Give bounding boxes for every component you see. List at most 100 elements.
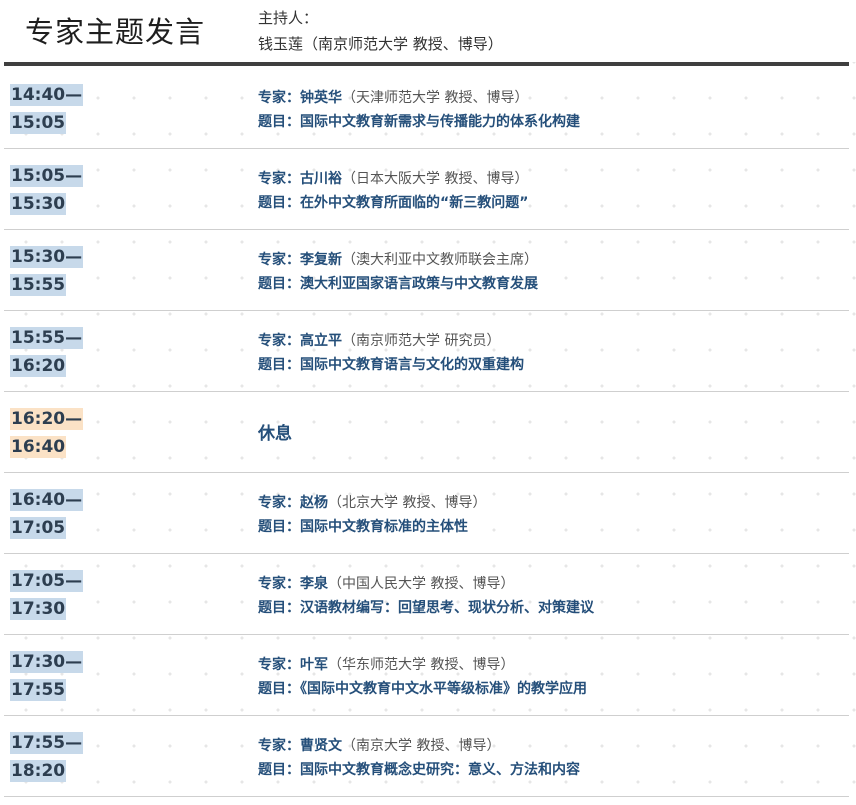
session-row: 17:55— 18:20 专家：曹贤文（南京大学 教授、博导） 题目：国际中文教… [4,716,849,797]
expert-line: 专家：赵杨（北京大学 教授、博导） [258,493,839,513]
session-row: 17:30— 17:55 专家：叶军（华东师范大学 教授、博导） 题目：《国际中… [4,635,849,716]
session-info: 专家：叶军（华东师范大学 教授、博导） 题目：《国际中文教育中文水平等级标准》的… [258,655,839,703]
topic-title: 澳大利亚国家语言政策与中文教育发展 [300,276,538,292]
expert-line: 专家：叶军（华东师范大学 教授、博导） [258,655,839,675]
end-time: 16:20 [10,355,67,377]
start-time: 15:05— [10,165,84,187]
session-info: 专家：赵杨（北京大学 教授、博导） 题目：国际中文教育标准的主体性 [258,493,839,541]
expert-affiliation: （南京大学 教授、博导） [342,738,501,754]
expert-name: 钟英华 [300,90,342,106]
topic-line: 题目：《国际中文教育中文水平等级标准》的教学应用 [258,679,839,699]
start-time: 17:55— [10,732,84,754]
topic-title: 国际中文教育语言与文化的双重建构 [300,357,524,373]
session-row: 15:55— 16:20 专家：高立平（南京师范大学 研究员） 题目：国际中文教… [4,311,849,392]
expert-line: 专家：曹贤文（南京大学 教授、博导） [258,736,839,756]
topic-label: 题目： [258,762,300,778]
expert-line: 专家：李复新（澳大利亚中文教师联会主席） [258,250,839,270]
time-slot: 16:40— 17:05 [10,489,90,545]
end-time: 16:40 [10,436,67,458]
expert-line: 专家：古川裕（日本大阪大学 教授、博导） [258,169,839,189]
expert-affiliation: （中国人民大学 教授、博导） [328,576,515,592]
topic-label: 题目： [258,114,300,130]
topic-title: 汉语教材编写：回望思考、现状分析、对策建议 [300,600,594,616]
expert-name: 古川裕 [300,171,342,187]
end-time: 17:30 [10,598,67,620]
time-slot: 17:05— 17:30 [10,570,90,626]
expert-affiliation: （南京师范大学 研究员） [342,333,501,349]
expert-name: 曹贤文 [300,738,342,754]
topic-title: 国际中文教育概念史研究：意义、方法和内容 [300,762,580,778]
topic-line: 题目：国际中文教育语言与文化的双重建构 [258,355,839,375]
topic-label: 题目： [258,276,300,292]
page-title: 专家主题发言 [25,15,206,49]
session-info: 专家：钟英华（天津师范大学 教授、博导） 题目：国际中文教育新需求与传播能力的体… [258,88,839,136]
expert-name: 李复新 [300,252,342,268]
end-time: 15:30 [10,193,67,215]
topic-line: 题目：汉语教材编写：回望思考、现状分析、对策建议 [258,598,839,618]
time-slot: 15:30— 15:55 [10,246,90,302]
expert-affiliation: （华东师范大学 教授、博导） [328,657,515,673]
expert-label: 专家： [258,738,300,754]
expert-name: 高立平 [300,333,342,349]
topic-line: 题目：澳大利亚国家语言政策与中文教育发展 [258,274,839,294]
expert-label: 专家： [258,576,300,592]
expert-line: 专家：钟英华（天津师范大学 教授、博导） [258,88,839,108]
expert-affiliation: （澳大利亚中文教师联会主席） [342,252,538,268]
page-header: 专家主题发言 主持人： 钱玉莲（南京师范大学 教授、博导） [0,0,856,62]
expert-label: 专家： [258,171,300,187]
end-time: 15:55 [10,274,67,296]
time-slot: 17:30— 17:55 [10,651,90,707]
expert-affiliation: （日本大阪大学 教授、博导） [342,171,529,187]
expert-label: 专家： [258,495,300,511]
topic-label: 题目： [258,519,300,535]
host-name: 钱玉莲（南京师范大学 教授、博导） [258,35,503,53]
start-time: 15:30— [10,246,84,268]
session-row: 15:05— 15:30 专家：古川裕（日本大阪大学 教授、博导） 题目：在外中… [4,149,849,230]
header-divider [4,62,849,66]
start-time: 17:30— [10,651,84,673]
expert-name: 叶军 [300,657,328,673]
expert-line: 专家：李泉（中国人民大学 教授、博导） [258,574,839,594]
session-row: 17:05— 17:30 专家：李泉（中国人民大学 教授、博导） 题目：汉语教材… [4,554,849,635]
topic-label: 题目： [258,357,300,373]
session-info: 专家：古川裕（日本大阪大学 教授、博导） 题目：在外中文教育所面临的“新三教问题… [258,169,839,217]
expert-affiliation: （天津师范大学 教授、博导） [342,90,529,106]
end-time: 17:05 [10,517,67,539]
topic-line: 题目：国际中文教育概念史研究：意义、方法和内容 [258,760,839,780]
expert-label: 专家： [258,333,300,349]
start-time: 14:40— [10,84,84,106]
session-info: 专家：李泉（中国人民大学 教授、博导） 题目：汉语教材编写：回望思考、现状分析、… [258,574,839,622]
end-time: 18:20 [10,760,67,782]
break-row: 16:20— 16:40 休息 [4,392,849,473]
expert-line: 专家：高立平（南京师范大学 研究员） [258,331,839,351]
topic-label: 题目： [258,195,300,211]
time-slot: 15:05— 15:30 [10,165,90,221]
session-info: 专家：曹贤文（南京大学 教授、博导） 题目：国际中文教育概念史研究：意义、方法和… [258,736,839,784]
expert-affiliation: （北京大学 教授、博导） [328,495,487,511]
topic-line: 题目：国际中文教育新需求与传播能力的体系化构建 [258,112,839,132]
expert-label: 专家： [258,252,300,268]
topic-line: 题目：在外中文教育所面临的“新三教问题” [258,193,839,213]
topic-title: 国际中文教育标准的主体性 [300,519,468,535]
break-label: 休息 [258,424,292,444]
expert-label: 专家： [258,657,300,673]
topic-label: 题目： [258,600,300,616]
session-info: 专家：高立平（南京师范大学 研究员） 题目：国际中文教育语言与文化的双重建构 [258,331,839,379]
expert-name: 李泉 [300,576,328,592]
expert-name: 赵杨 [300,495,328,511]
time-slot: 16:20— 16:40 [10,408,90,464]
host-label: 主持人： [258,9,319,27]
start-time: 16:40— [10,489,84,511]
end-time: 17:55 [10,679,67,701]
topic-title: 国际中文教育新需求与传播能力的体系化构建 [300,114,580,130]
time-slot: 14:40— 15:05 [10,84,90,140]
expert-label: 专家： [258,90,300,106]
time-slot: 17:55— 18:20 [10,732,90,788]
session-row: 16:40— 17:05 专家：赵杨（北京大学 教授、博导） 题目：国际中文教育… [4,473,849,554]
time-slot: 15:55— 16:20 [10,327,90,383]
session-row: 15:30— 15:55 专家：李复新（澳大利亚中文教师联会主席） 题目：澳大利… [4,230,849,311]
session-info: 专家：李复新（澳大利亚中文教师联会主席） 题目：澳大利亚国家语言政策与中文教育发… [258,250,839,298]
topic-line: 题目：国际中文教育标准的主体性 [258,517,839,537]
schedule-list: 14:40— 15:05 专家：钟英华（天津师范大学 教授、博导） 题目：国际中… [4,68,849,797]
start-time: 16:20— [10,408,84,430]
